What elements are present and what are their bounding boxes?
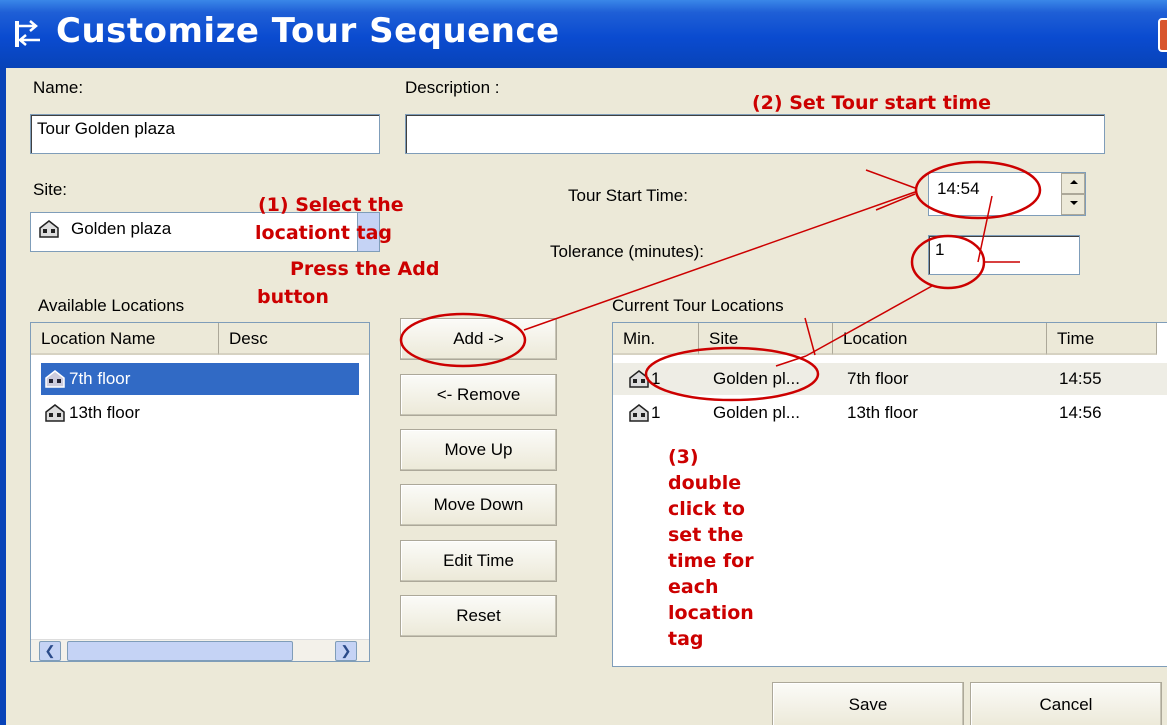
list-item[interactable]: 13th floor (41, 397, 359, 429)
name-label: Name: (33, 78, 84, 97)
column-min[interactable]: Min. (613, 323, 699, 355)
cell-time: 14:55 (1059, 369, 1102, 388)
window-title: Customize Tour Sequence (56, 11, 560, 51)
move-up-button[interactable]: Move Up (400, 429, 557, 471)
name-input[interactable]: Tour Golden plaza (30, 114, 380, 154)
column-time[interactable]: Time (1047, 323, 1157, 355)
start-time-value: 14:54 (937, 179, 980, 198)
cell-site: Golden pl... (713, 369, 800, 388)
annotation-step3-line: time for (668, 550, 754, 572)
building-icon (629, 404, 649, 422)
annotation-step3-line: set the (668, 524, 744, 546)
tour-sequence-icon (15, 20, 40, 47)
cancel-button[interactable]: Cancel (970, 682, 1162, 725)
cell-location: 7th floor (847, 369, 909, 388)
arrow-to-start-time-lower (875, 193, 916, 211)
start-time-spinner[interactable]: 14:54 (928, 172, 1086, 216)
move-down-button[interactable]: Move Down (400, 484, 557, 526)
building-icon (45, 370, 65, 388)
edit-time-button[interactable]: Edit Time (400, 540, 557, 582)
table-row[interactable]: 1 Golden pl... 13th floor 14:56 (613, 397, 1167, 429)
cell-location: 13th floor (847, 403, 918, 422)
annotation-step3-line: each (668, 576, 719, 598)
annotation-step1-line4: button (257, 286, 329, 308)
available-locations-list[interactable]: Location Name Desc 7th floor 13th floor … (30, 322, 370, 662)
location-name: 7th floor (69, 369, 131, 388)
scroll-right-icon[interactable]: ❯ (335, 641, 357, 661)
save-button[interactable]: Save (772, 682, 964, 725)
available-locations-label: Available Locations (38, 296, 185, 315)
column-site[interactable]: Site (699, 323, 833, 355)
column-location[interactable]: Location (833, 323, 1047, 355)
annotation-step3-line: tag (668, 628, 704, 650)
window-frame (0, 68, 6, 725)
building-icon (629, 370, 649, 388)
annotation-step1-line3: Press the Add (290, 258, 440, 280)
horizontal-scrollbar[interactable]: ❮ ❯ (31, 639, 369, 661)
cell-time: 14:56 (1059, 403, 1102, 422)
arrow-to-start-time (865, 169, 916, 189)
list-item[interactable]: 7th floor (41, 363, 359, 395)
annotation-step3: (3) double click to set the time for eac… (668, 444, 754, 652)
start-time-label: Tour Start Time: (568, 186, 688, 205)
building-icon (39, 220, 59, 238)
column-desc[interactable]: Desc (219, 323, 369, 355)
location-name: 13th floor (69, 403, 140, 422)
annotation-step3-line: click to (668, 498, 745, 520)
reset-button[interactable]: Reset (400, 595, 557, 637)
tolerance-input[interactable]: 1 (928, 235, 1080, 275)
spin-up-button[interactable] (1061, 173, 1085, 194)
site-label: Site: (33, 180, 68, 199)
annotation-step3-line: double (668, 472, 742, 494)
cell-site: Golden pl... (713, 403, 800, 422)
annotation-step3-line: location (668, 602, 754, 624)
close-button[interactable] (1158, 18, 1167, 52)
title-bar: Customize Tour Sequence (0, 0, 1167, 68)
current-tour-locations-label: Current Tour Locations (612, 296, 784, 315)
annotation-step1-line2: locationt tag (255, 222, 393, 244)
description-label: Description : (405, 78, 500, 97)
annotation-step2: (2) Set Tour start time (752, 92, 992, 114)
cell-min: 1 (651, 403, 661, 422)
column-location-name[interactable]: Location Name (31, 323, 219, 355)
remove-button[interactable]: <- Remove (400, 374, 557, 416)
cell-min: 1 (651, 369, 661, 388)
spin-down-button[interactable] (1061, 194, 1085, 215)
add-button[interactable]: Add -> (400, 318, 557, 360)
building-icon (45, 404, 65, 422)
description-input[interactable] (405, 114, 1105, 154)
scrollbar-thumb[interactable] (67, 641, 293, 661)
tolerance-label: Tolerance (minutes): (550, 242, 705, 261)
annotation-step1-line1: (1) Select the (258, 194, 404, 216)
scroll-left-icon[interactable]: ❮ (39, 641, 61, 661)
table-row[interactable]: 1 Golden pl... 7th floor 14:55 (613, 363, 1167, 395)
annotation-step3-line: (3) (668, 446, 699, 468)
site-selected-value: Golden plaza (71, 219, 172, 238)
